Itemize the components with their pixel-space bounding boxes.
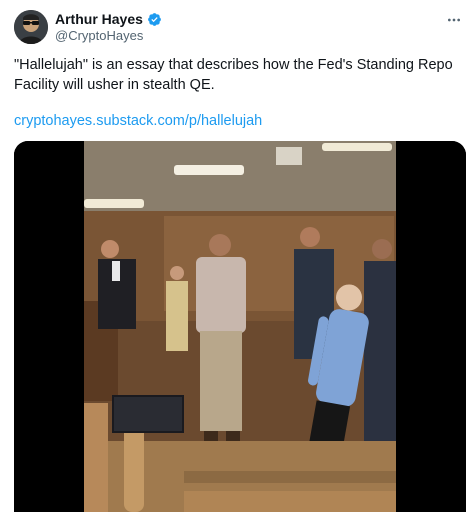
- tweet-card[interactable]: Arthur Hayes @CryptoHayes "Hallelujah" i…: [0, 0, 474, 512]
- more-options-icon: [448, 18, 460, 22]
- video-frame: [14, 141, 466, 512]
- tweet-link[interactable]: cryptohayes.substack.com/p/hallelujah: [14, 113, 262, 129]
- author-display-name[interactable]: Arthur Hayes: [55, 11, 143, 27]
- tweet-text: "Hallelujah" is an essay that describes …: [14, 57, 453, 93]
- tweet-media-video[interactable]: [14, 141, 466, 512]
- verified-badge-icon: [148, 12, 161, 26]
- more-options-button[interactable]: [444, 10, 464, 30]
- author-handle[interactable]: @CryptoHayes: [55, 28, 143, 43]
- avatar[interactable]: [14, 10, 48, 44]
- avatar-icon: [14, 10, 48, 44]
- author-name-row: Arthur Hayes: [55, 11, 162, 27]
